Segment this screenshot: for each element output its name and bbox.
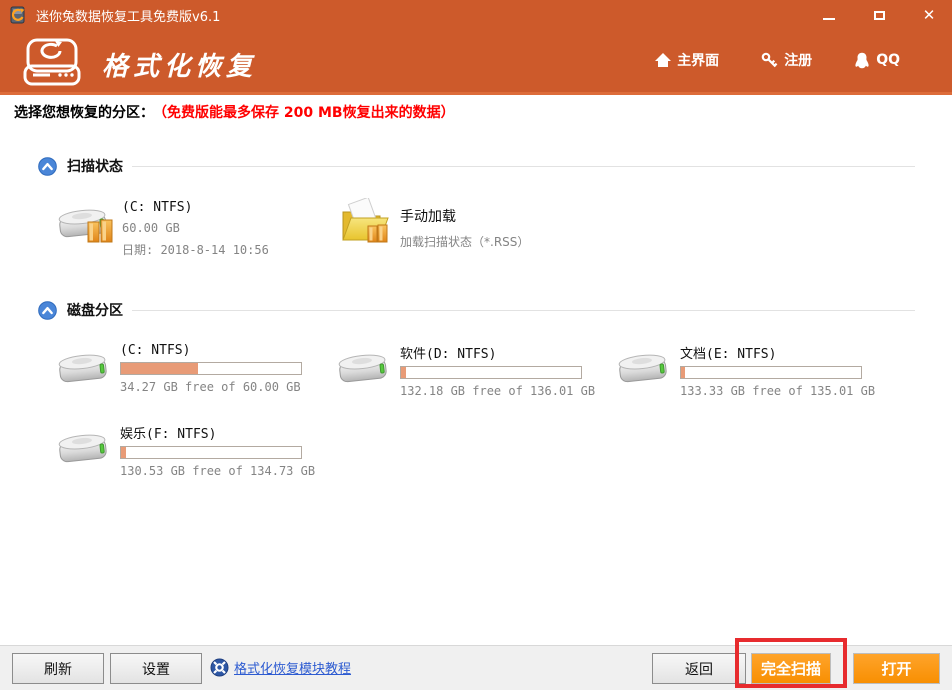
refresh-button[interactable]: 刷新 <box>12 653 104 684</box>
partition-e[interactable]: 文档(E: NTFS) 133.33 GB free of 135.01 GB <box>618 343 906 405</box>
partition-label: 软件(D: NTFS) <box>400 343 595 362</box>
manual-load-subtitle: 加载扫描状态（*.RSS） <box>400 233 529 250</box>
key-icon <box>761 52 778 69</box>
footer-bar: 刷新 设置 格式化恢复模块教程 返回 完全扫描 打开 <box>0 645 952 690</box>
nav-qq[interactable]: QQ <box>854 52 900 69</box>
app-icon <box>8 5 28 25</box>
scan-item-label: (C: NTFS) <box>122 200 269 215</box>
full-scan-button[interactable]: 完全扫描 <box>751 653 831 684</box>
hard-drive-icon <box>618 349 668 395</box>
usage-bar <box>120 362 302 375</box>
usage-bar <box>120 446 302 459</box>
close-icon: ✕ <box>923 8 936 23</box>
nav-register[interactable]: 注册 <box>761 50 812 70</box>
usage-bar-fill <box>401 367 406 378</box>
close-button[interactable]: ✕ <box>916 2 942 28</box>
scan-item-size: 60.00 GB <box>122 221 269 235</box>
hard-drive-icon <box>58 349 108 395</box>
help-ring-icon <box>210 658 229 677</box>
section-title: 磁盘分区 <box>67 300 123 320</box>
partition-c[interactable]: (C: NTFS) 34.27 GB free of 60.00 GB <box>58 343 346 405</box>
usage-bar-fill <box>121 363 198 374</box>
maximize-button[interactable] <box>866 2 892 28</box>
minimize-button[interactable] <box>816 2 842 28</box>
partition-free-text: 132.18 GB free of 136.01 GB <box>400 384 595 398</box>
section-title: 扫描状态 <box>67 156 123 176</box>
header: 格式化恢复 主界面 注册 QQ <box>0 30 952 95</box>
window-title: 迷你兔数据恢复工具免费版v6.1 <box>36 6 220 25</box>
manual-load-item[interactable]: 手动加载 加载扫描状态（*.RSS） <box>338 198 608 260</box>
drive-recovery-logo-icon <box>20 36 84 94</box>
qq-icon <box>854 52 870 69</box>
back-button[interactable]: 返回 <box>652 653 746 684</box>
usage-bar <box>680 366 862 379</box>
home-icon <box>655 53 671 68</box>
hard-drive-icon <box>338 349 388 395</box>
open-button[interactable]: 打开 <box>853 653 940 684</box>
title-bar: 迷你兔数据恢复工具免费版v6.1 ✕ <box>0 0 952 30</box>
collapse-chevron-icon[interactable] <box>38 157 57 176</box>
usage-bar <box>400 366 582 379</box>
partition-label: (C: NTFS) <box>120 343 302 358</box>
settings-button[interactable]: 设置 <box>110 653 202 684</box>
scan-item-date: 日期: 2018-8-14 10:56 <box>122 241 269 258</box>
tutorial-link[interactable]: 格式化恢复模块教程 <box>234 658 351 677</box>
instruction-prefix: 选择您想恢复的分区： <box>14 105 154 121</box>
page-title: 格式化恢复 <box>102 46 257 83</box>
partition-f[interactable]: 娱乐(F: NTFS) 130.53 GB free of 134.73 GB <box>58 423 346 485</box>
nav-label: 主界面 <box>677 50 719 70</box>
manual-load-title: 手动加载 <box>400 206 529 226</box>
partition-free-text: 130.53 GB free of 134.73 GB <box>120 464 315 478</box>
partition-free-text: 34.27 GB free of 60.00 GB <box>120 380 302 394</box>
minimize-icon <box>823 18 835 20</box>
maximize-icon <box>874 11 885 20</box>
header-nav: 主界面 注册 QQ <box>655 50 900 70</box>
free-limit-notice: （免费版能最多保存 200 MB恢复出来的数据） <box>160 105 455 121</box>
partition-label: 文档(E: NTFS) <box>680 343 875 362</box>
hard-drive-icon <box>58 429 108 475</box>
partitions-section-header: 磁盘分区 <box>38 300 123 320</box>
partition-label: 娱乐(F: NTFS) <box>120 423 315 442</box>
drive-with-files-icon <box>58 202 116 256</box>
open-folder-icon <box>338 198 392 252</box>
partition-d[interactable]: 软件(D: NTFS) 132.18 GB free of 136.01 GB <box>338 343 626 405</box>
nav-label: 注册 <box>784 50 812 70</box>
nav-main-interface[interactable]: 主界面 <box>655 50 719 70</box>
partition-free-text: 133.33 GB free of 135.01 GB <box>680 384 875 398</box>
instruction-line: 选择您想恢复的分区： （免费版能最多保存 200 MB恢复出来的数据） <box>14 102 455 122</box>
nav-label: QQ <box>876 52 900 68</box>
tutorial-link-group[interactable]: 格式化恢复模块教程 <box>210 658 351 677</box>
section-divider <box>132 310 915 311</box>
scan-status-item[interactable]: (C: NTFS) 60.00 GB 日期: 2018-8-14 10:56 <box>58 198 328 260</box>
collapse-chevron-icon[interactable] <box>38 301 57 320</box>
usage-bar-fill <box>121 447 126 458</box>
section-divider <box>132 166 915 167</box>
scan-status-section-header: 扫描状态 <box>38 156 123 176</box>
usage-bar-fill <box>681 367 685 378</box>
